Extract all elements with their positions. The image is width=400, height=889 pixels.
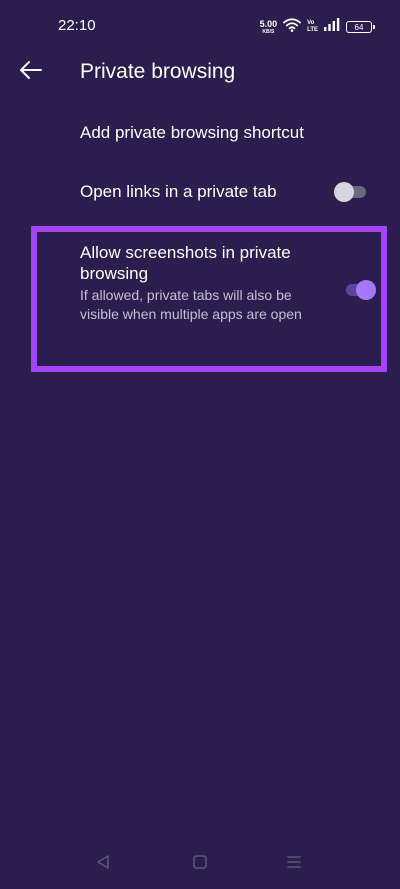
setting-open-links-title: Open links in a private tab <box>80 182 277 201</box>
volte-top: Vo <box>307 20 315 27</box>
setting-add-shortcut-title: Add private browsing shortcut <box>80 123 304 142</box>
menu-lines-icon <box>286 854 302 875</box>
status-icons: 5.00 KB/S Vo LTE 64 <box>259 17 375 37</box>
status-time: 22:10 <box>58 17 96 34</box>
home-square-icon <box>192 854 208 875</box>
battery-icon: 64 <box>346 21 375 33</box>
network-speed-value: 5.00 <box>259 18 278 29</box>
setting-open-links[interactable]: Open links in a private tab <box>0 172 400 212</box>
wifi-icon <box>283 17 302 37</box>
nav-home-button[interactable] <box>189 853 211 875</box>
page-title: Private browsing <box>80 60 236 83</box>
setting-add-shortcut[interactable]: Add private browsing shortcut <box>0 116 400 150</box>
back-triangle-icon <box>96 854 110 875</box>
battery-level: 64 <box>354 22 364 32</box>
nav-back-button[interactable] <box>92 853 114 875</box>
signal-icon <box>324 18 340 36</box>
network-speed-unit: KB/S <box>262 28 275 35</box>
screen: 22:10 5.00 KB/S Vo LTE 64 Private browsi… <box>0 0 400 889</box>
status-bar: 22:10 5.00 KB/S Vo LTE 64 <box>0 0 400 52</box>
nav-menu-button[interactable] <box>283 853 305 875</box>
open-links-toggle[interactable] <box>334 181 368 203</box>
back-button[interactable] <box>16 58 46 86</box>
nav-bar <box>0 839 400 889</box>
volte-indicator: Vo LTE <box>307 20 318 33</box>
network-speed: 5.00 KB/S <box>259 18 278 35</box>
toggle-thumb <box>334 182 354 202</box>
arrow-left-icon <box>19 60 43 85</box>
app-bar: Private browsing <box>0 52 400 92</box>
highlight-box <box>31 226 387 372</box>
volte-bottom: LTE <box>307 27 318 33</box>
